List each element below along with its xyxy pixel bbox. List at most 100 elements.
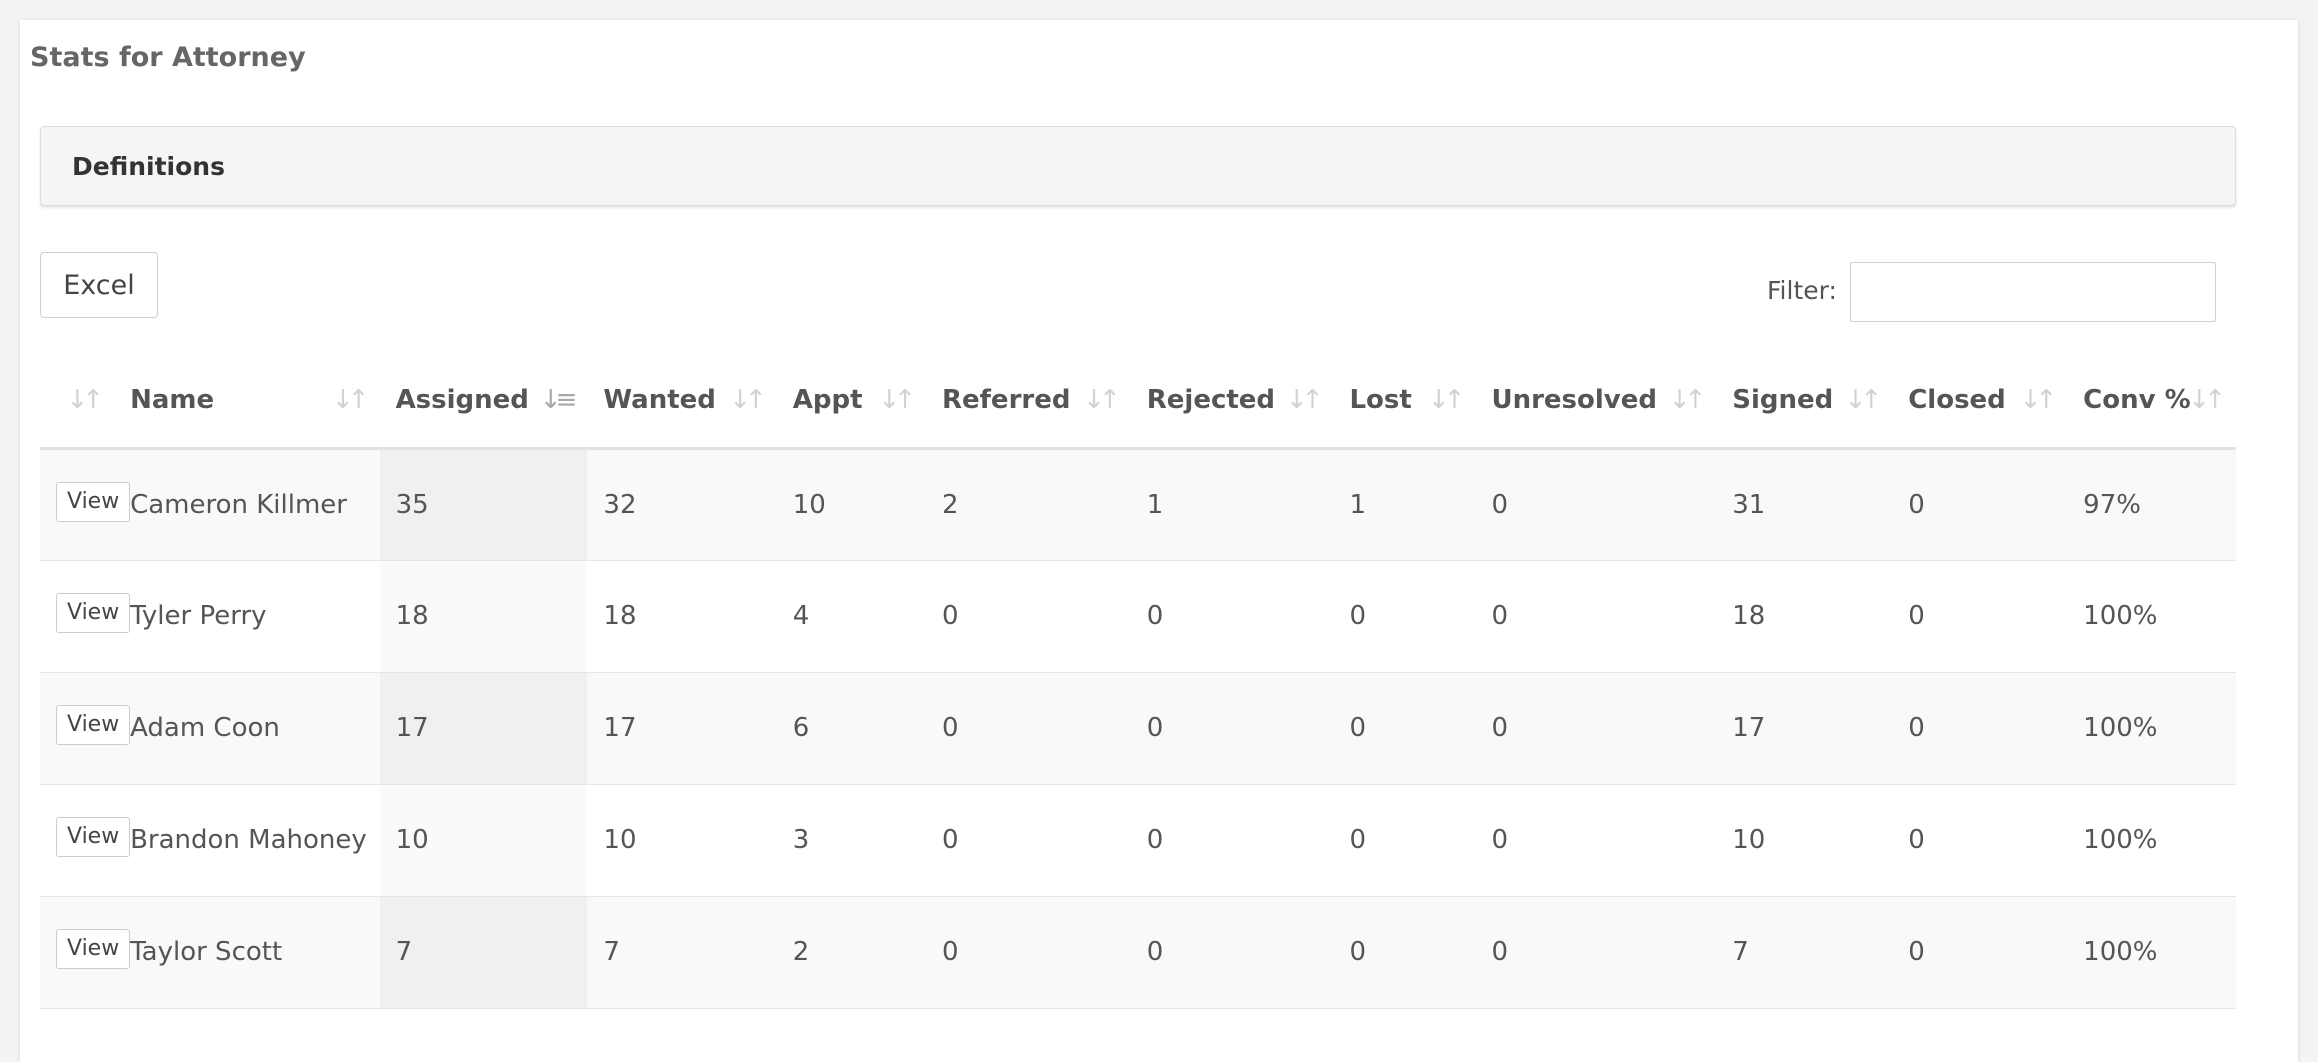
referred-cell: 2 [925, 448, 1131, 561]
sort-both-icon: ↓↑ [1844, 385, 1882, 416]
lost-cell: 0 [1333, 896, 1476, 1009]
column-header-unresolved[interactable]: Unresolved ↓↑ [1475, 354, 1717, 450]
closed-cell: 0 [1892, 784, 2068, 897]
column-label: Wanted [603, 385, 716, 416]
sort-both-icon: ↓↑ [1668, 385, 1706, 416]
lost-cell: 0 [1333, 784, 1476, 897]
table-row: View Taylor Scott 7 7 2 0 0 0 0 7 0 100% [40, 896, 2236, 1009]
conv-cell: 100% [2067, 784, 2236, 897]
column-header-action[interactable]: ↓↑ [40, 354, 115, 450]
assigned-cell: 18 [379, 560, 588, 673]
action-cell: View [40, 896, 131, 1009]
assigned-cell: 35 [379, 448, 588, 561]
filter-input[interactable] [1850, 262, 2216, 322]
sort-descending-icon: ↓≡ [539, 385, 577, 416]
name-cell: Brandon Mahoney [114, 784, 380, 897]
assigned-cell: 7 [379, 896, 588, 1009]
column-header-assigned[interactable]: Assigned ↓≡ [379, 354, 588, 450]
sort-both-icon: ↓↑ [729, 385, 766, 416]
wanted-cell: 18 [587, 560, 777, 673]
view-button[interactable]: View [56, 593, 131, 633]
unresolved-cell: 0 [1475, 560, 1717, 673]
column-label: Closed [1908, 385, 2006, 416]
action-cell: View [40, 448, 131, 561]
sort-both-icon: ↓↑ [2188, 385, 2225, 416]
table-row: View Tyler Perry 18 18 4 0 0 0 0 18 0 10… [40, 560, 2236, 673]
column-header-signed[interactable]: Signed ↓↑ [1716, 354, 1893, 450]
view-button[interactable]: View [56, 929, 131, 969]
signed-cell: 31 [1716, 448, 1893, 561]
column-header-closed[interactable]: Closed ↓↑ [1892, 354, 2068, 450]
column-header-lost[interactable]: Lost ↓↑ [1333, 354, 1476, 450]
wanted-cell: 32 [587, 448, 777, 561]
definitions-label: Definitions [72, 152, 225, 181]
column-label: Appt [792, 385, 863, 416]
column-label: Signed [1732, 385, 1834, 416]
sort-both-icon: ↓↑ [1427, 385, 1465, 416]
column-header-conv[interactable]: Conv % ↓↑ [2067, 354, 2236, 450]
column-label: Lost [1349, 385, 1412, 416]
closed-cell: 0 [1892, 560, 2068, 673]
column-label: Referred [941, 385, 1071, 416]
name-cell: Cameron Killmer [114, 448, 380, 561]
column-label: Name [130, 385, 215, 416]
assigned-cell: 10 [379, 784, 588, 897]
referred-cell: 0 [925, 896, 1131, 1009]
wanted-cell: 10 [587, 784, 777, 897]
appt-cell: 10 [776, 448, 926, 561]
sort-both-icon: ↓↑ [2019, 385, 2057, 416]
appt-cell: 4 [776, 560, 926, 673]
closed-cell: 0 [1892, 448, 2068, 561]
column-header-wanted[interactable]: Wanted ↓↑ [587, 354, 777, 450]
sort-both-icon: ↓↑ [1285, 385, 1323, 416]
table-header-row: ↓↑ Name ↓↑ Assigned ↓≡ Wanted ↓↑ Appt ↓↑… [40, 354, 2236, 450]
stats-table: ↓↑ Name ↓↑ Assigned ↓≡ Wanted ↓↑ Appt ↓↑… [40, 354, 2236, 1009]
signed-cell: 10 [1716, 784, 1893, 897]
view-button[interactable]: View [56, 705, 131, 745]
filter-label: Filter: [1767, 276, 1837, 305]
column-label: Assigned [395, 385, 529, 416]
appt-cell: 3 [776, 784, 926, 897]
closed-cell: 0 [1892, 896, 2068, 1009]
name-cell: Taylor Scott [114, 896, 380, 1009]
column-label: Unresolved [1491, 385, 1657, 416]
conv-cell: 100% [2067, 896, 2236, 1009]
rejected-cell: 0 [1130, 560, 1334, 673]
action-cell: View [40, 672, 131, 785]
rejected-cell: 0 [1130, 784, 1334, 897]
column-header-rejected[interactable]: Rejected ↓↑ [1130, 354, 1334, 450]
appt-cell: 6 [776, 672, 926, 785]
excel-export-button[interactable]: Excel [40, 252, 158, 318]
rejected-cell: 0 [1130, 672, 1334, 785]
lost-cell: 0 [1333, 672, 1476, 785]
view-button[interactable]: View [56, 481, 131, 522]
column-header-referred[interactable]: Referred ↓↑ [925, 354, 1131, 450]
definitions-accordion[interactable]: Definitions [40, 126, 2236, 206]
column-header-appt[interactable]: Appt ↓↑ [776, 354, 926, 450]
sort-both-icon: ↓↑ [331, 385, 369, 416]
table-row: View Brandon Mahoney 10 10 3 0 0 0 0 10 … [40, 784, 2236, 897]
referred-cell: 0 [925, 784, 1131, 897]
wanted-cell: 7 [587, 896, 777, 1009]
referred-cell: 0 [925, 672, 1131, 785]
unresolved-cell: 0 [1475, 672, 1717, 785]
sort-both-icon: ↓↑ [1083, 385, 1120, 416]
unresolved-cell: 0 [1475, 784, 1717, 897]
appt-cell: 2 [776, 896, 926, 1009]
signed-cell: 7 [1716, 896, 1893, 1009]
table-row: View Adam Coon 17 17 6 0 0 0 0 17 0 100% [40, 672, 2236, 785]
lost-cell: 0 [1333, 560, 1476, 673]
referred-cell: 0 [925, 560, 1131, 673]
closed-cell: 0 [1892, 672, 2068, 785]
unresolved-cell: 0 [1475, 896, 1717, 1009]
page-title: Stats for Attorney [30, 42, 306, 73]
action-cell: View [40, 784, 131, 897]
signed-cell: 18 [1716, 560, 1893, 673]
conv-cell: 100% [2067, 672, 2236, 785]
rejected-cell: 0 [1130, 896, 1334, 1009]
view-button[interactable]: View [56, 817, 131, 857]
assigned-cell: 17 [379, 672, 588, 785]
column-header-name[interactable]: Name ↓↑ [114, 354, 380, 450]
action-cell: View [40, 560, 131, 673]
lost-cell: 1 [1333, 448, 1476, 561]
